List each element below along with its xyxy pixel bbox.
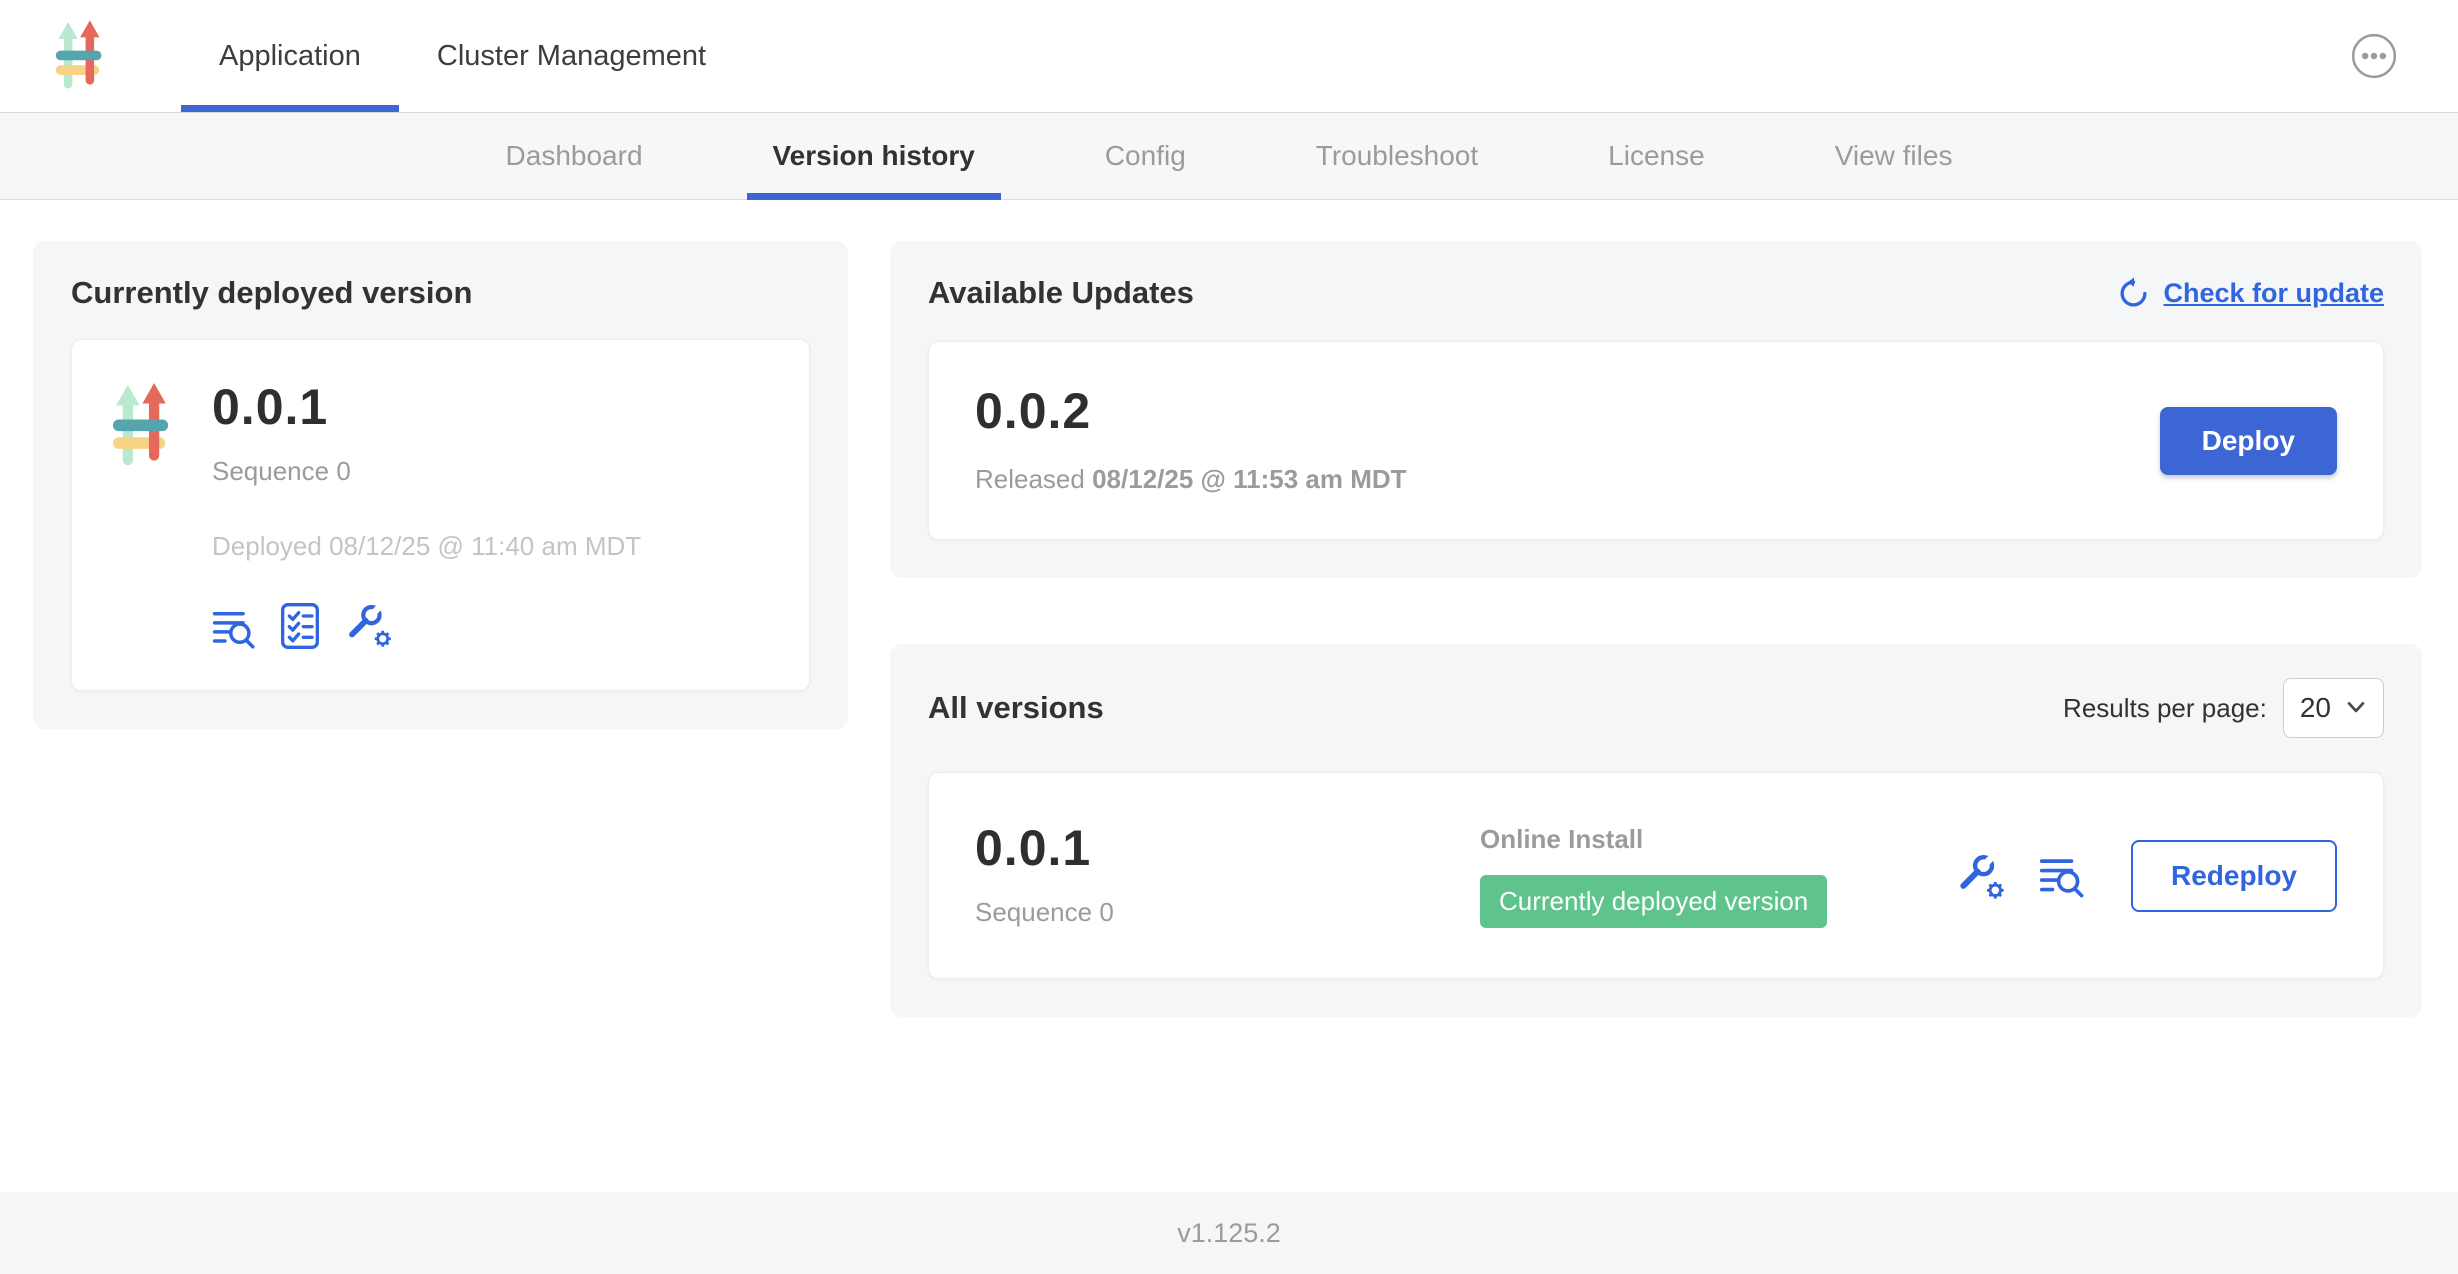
chevron-down-icon <box>2345 701 2367 715</box>
redeploy-button[interactable]: Redeploy <box>2131 840 2337 912</box>
preflight-checks-button[interactable] <box>280 602 320 650</box>
available-updates-header: Available Updates Check for update <box>928 275 2384 311</box>
edit-config-button[interactable] <box>344 600 394 650</box>
update-version-number: 0.0.2 <box>975 386 1407 436</box>
subtab-config[interactable]: Config <box>1079 113 1212 199</box>
currently-deployed-panel: Currently deployed version 0.0.1 Sequenc… <box>33 241 848 729</box>
app-logo-icon <box>55 20 103 92</box>
subtab-license-label: License <box>1608 140 1705 172</box>
subtab-version-history-label: Version history <box>773 140 975 172</box>
all-versions-title: All versions <box>928 690 1104 726</box>
install-type-label: Online Install <box>1480 824 1827 855</box>
ellipsis-circle-icon <box>2350 32 2398 80</box>
available-updates-panel: Available Updates Check for update 0.0.2… <box>890 241 2422 578</box>
application-icon <box>112 382 170 650</box>
nav-tab-cluster-management-label: Cluster Management <box>437 40 706 73</box>
row-actions: Redeploy <box>1955 840 2337 912</box>
deployed-status-badge: Currently deployed version <box>1480 875 1827 928</box>
check-for-update-link[interactable]: Check for update <box>2117 277 2384 310</box>
deployed-version-card: 0.0.1 Sequence 0 Deployed 08/12/25 @ 11:… <box>71 339 810 691</box>
check-for-update-label: Check for update <box>2163 278 2384 309</box>
refresh-icon <box>2117 277 2150 310</box>
app-header: Application Cluster Management <box>0 0 2458 113</box>
subtab-troubleshoot[interactable]: Troubleshoot <box>1290 113 1504 199</box>
deployed-version-actions <box>212 600 641 650</box>
nav-tab-application-label: Application <box>219 40 361 73</box>
view-logs-icon <box>2039 853 2085 899</box>
subtab-view-files[interactable]: View files <box>1809 113 1979 199</box>
row-version-number: 0.0.1 <box>975 823 1480 873</box>
edit-config-icon <box>344 600 394 650</box>
results-per-page-select[interactable]: 20 <box>2283 678 2384 738</box>
released-timestamp: 08/12/25 @ 11:53 am MDT <box>1092 464 1406 494</box>
available-updates-title: Available Updates <box>928 275 1194 311</box>
row-edit-config-button[interactable] <box>1955 850 2007 902</box>
version-history-page: Currently deployed version 0.0.1 Sequenc… <box>0 200 2458 1192</box>
deployed-version-number: 0.0.1 <box>212 382 641 432</box>
version-row: 0.0.1 Sequence 0 Online Install Currentl… <box>928 772 2384 979</box>
view-deploy-logs-button[interactable] <box>212 606 256 650</box>
row-sequence-label: Sequence 0 <box>975 897 1480 928</box>
edit-config-icon <box>1955 850 2007 902</box>
row-version-details: 0.0.1 Sequence 0 <box>975 823 1480 928</box>
app-subnav: Dashboard Version history Config Trouble… <box>0 113 2458 200</box>
results-per-page: Results per page: 20 <box>2063 678 2384 738</box>
subtab-license[interactable]: License <box>1582 113 1731 199</box>
available-update-card: 0.0.2 Released 08/12/25 @ 11:53 am MDT D… <box>928 341 2384 540</box>
results-per-page-label: Results per page: <box>2063 693 2267 724</box>
update-released-line: Released 08/12/25 @ 11:53 am MDT <box>975 464 1407 495</box>
console-version: v1.125.2 <box>1177 1218 1281 1249</box>
row-view-logs-button[interactable] <box>2039 853 2085 899</box>
primary-nav: Application Cluster Management <box>181 0 744 112</box>
deployed-sequence-label: Sequence 0 <box>212 456 641 487</box>
subtab-dashboard[interactable]: Dashboard <box>480 113 669 199</box>
deploy-button[interactable]: Deploy <box>2160 407 2337 475</box>
subtab-dashboard-label: Dashboard <box>506 140 643 172</box>
row-status: Online Install Currently deployed versio… <box>1480 824 1827 928</box>
update-details: 0.0.2 Released 08/12/25 @ 11:53 am MDT <box>975 386 1407 495</box>
all-versions-panel: All versions Results per page: 20 0.0 <box>890 644 2422 1017</box>
subtab-config-label: Config <box>1105 140 1186 172</box>
subtab-troubleshoot-label: Troubleshoot <box>1316 140 1478 172</box>
right-column: Available Updates Check for update 0.0.2… <box>890 241 2422 1017</box>
preflight-checks-icon <box>280 602 320 650</box>
overflow-menu-button[interactable] <box>2350 32 2398 80</box>
admin-console: Application Cluster Management Dashboard… <box>0 0 2458 1274</box>
results-per-page-value: 20 <box>2300 692 2331 724</box>
app-footer: v1.125.2 <box>0 1192 2458 1274</box>
nav-tab-cluster-management[interactable]: Cluster Management <box>399 0 744 112</box>
subtab-version-history[interactable]: Version history <box>747 113 1001 199</box>
nav-tab-application[interactable]: Application <box>181 0 399 112</box>
deployed-timestamp: Deployed 08/12/25 @ 11:40 am MDT <box>212 531 641 562</box>
deployed-version-details: 0.0.1 Sequence 0 Deployed 08/12/25 @ 11:… <box>212 382 641 650</box>
released-prefix: Released <box>975 464 1085 494</box>
subtab-view-files-label: View files <box>1835 140 1953 172</box>
all-versions-header: All versions Results per page: 20 <box>928 678 2384 738</box>
view-logs-icon <box>212 606 256 650</box>
currently-deployed-title: Currently deployed version <box>71 275 810 311</box>
